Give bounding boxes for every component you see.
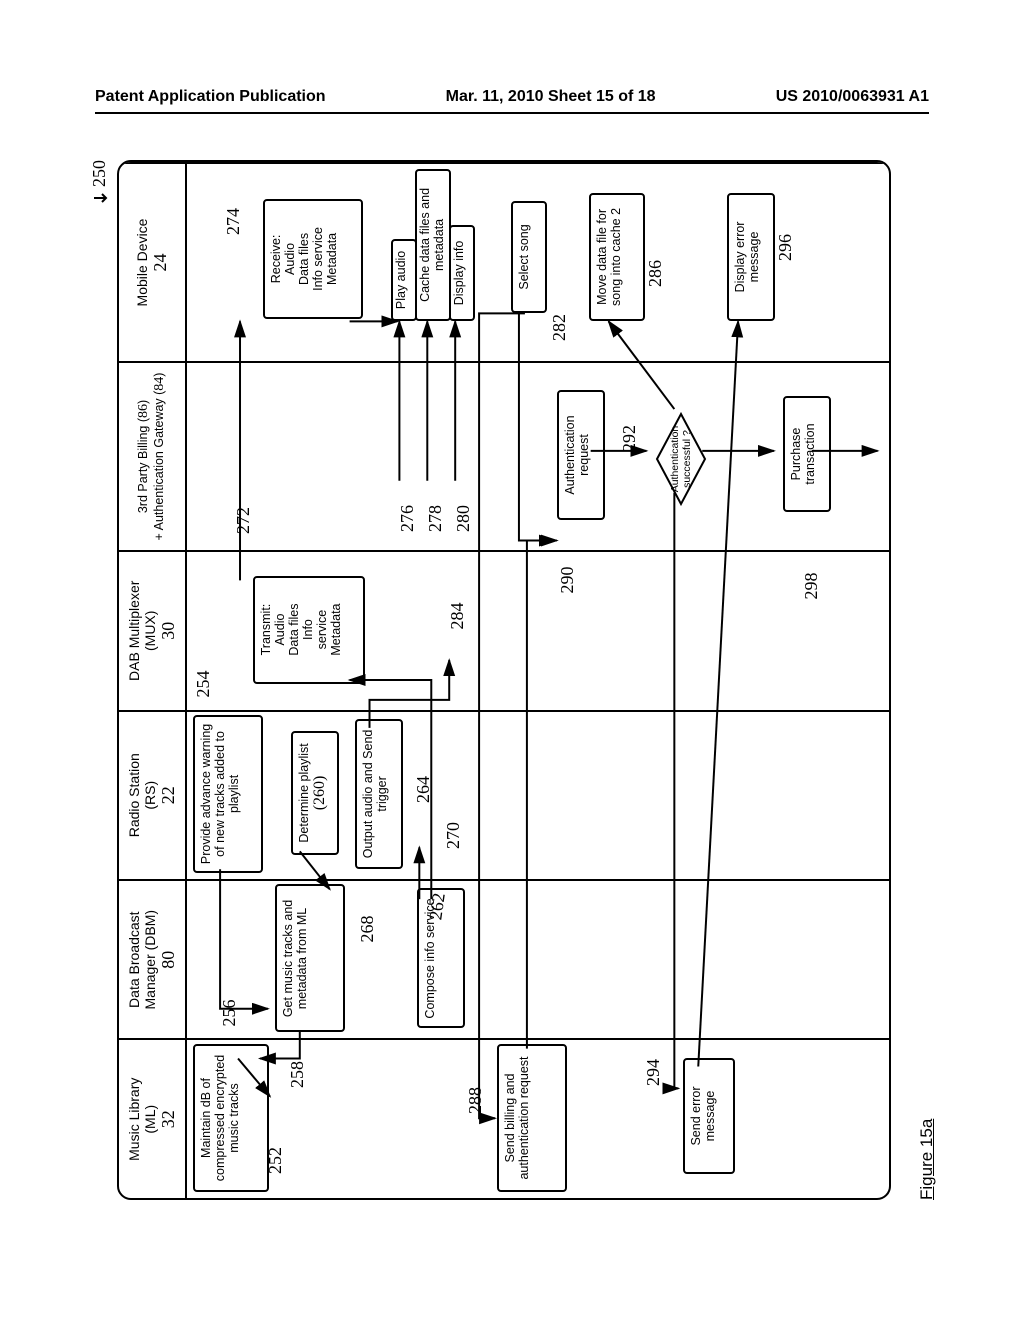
- header-rule: [95, 112, 929, 114]
- ref-264: 264: [413, 776, 434, 803]
- ref-296: 296: [775, 234, 796, 261]
- lane-mobile: Mobile Device 24 274 Receive: Audio Data…: [119, 162, 889, 361]
- lane-header-dbm: Data Broadcast Manager (DBM) 80: [119, 881, 187, 1039]
- ref-286: 286: [645, 260, 666, 287]
- ref-274: 274: [223, 208, 244, 235]
- patent-page: Patent Application Publication Mar. 11, …: [0, 0, 1024, 1320]
- diagram-container: 250 Music Library (ML) 32 Maintain dB of…: [100, 150, 924, 1210]
- ref-256: 256: [219, 999, 240, 1026]
- ref-270: 270: [443, 822, 464, 849]
- ref-268: 268: [357, 915, 378, 942]
- lane-header-ml: Music Library (ML) 32: [119, 1040, 187, 1198]
- ref-278: 278: [425, 505, 446, 532]
- lane-header-mux: DAB Multiplexer (MUX) 30: [119, 552, 187, 710]
- ref-294: 294: [643, 1059, 664, 1086]
- box-send-error: Send error message: [683, 1058, 735, 1174]
- ref-292: 292: [619, 425, 640, 452]
- lane-billing: 3rd Party Billing (86) + Authentication …: [119, 361, 889, 550]
- page-header: Patent Application Publication Mar. 11, …: [95, 88, 929, 112]
- box-move-data: Move data file for song into cache 2: [589, 193, 645, 321]
- lane-body-billing: 272 276 278 280 Authentication request 2…: [187, 363, 889, 550]
- ref-254: 254: [193, 671, 214, 698]
- ref-276: 276: [397, 505, 418, 532]
- lane-music-library: Music Library (ML) 32 Maintain dB of com…: [119, 1038, 889, 1198]
- lane-body-mobile: 274 Receive: Audio Data files Info servi…: [187, 164, 889, 361]
- lane-header-billing: 3rd Party Billing (86) + Authentication …: [119, 363, 187, 550]
- lane-body-ml: Maintain dB of compressed encrypted musi…: [187, 1040, 889, 1198]
- box-select-song: Select song: [511, 201, 547, 313]
- box-determine-playlist: Determine playlist (260): [291, 731, 339, 855]
- swimlane-diagram: 250 Music Library (ML) 32 Maintain dB of…: [117, 160, 907, 1200]
- box-cache-data: Cache data files and metadata: [415, 169, 451, 321]
- lane-rs: Radio Station (RS) 22 Provide advance wa…: [119, 710, 889, 879]
- lane-body-mux: 254 Transmit: Audio Data files Info serv…: [187, 552, 889, 710]
- box-purchase: Purchase transaction: [783, 396, 831, 512]
- box-play-audio: Play audio: [391, 239, 417, 321]
- box-maintain-db: Maintain dB of compressed encrypted musi…: [193, 1044, 269, 1192]
- ref-298: 298: [801, 573, 822, 600]
- ref-258: 258: [287, 1061, 308, 1088]
- box-provide-advance: Provide advance warning of new tracks ad…: [193, 715, 263, 873]
- header-center: Mar. 11, 2010 Sheet 15 of 18: [446, 88, 656, 106]
- lane-body-rs: Provide advance warning of new tracks ad…: [187, 712, 889, 879]
- box-display-info: Display info: [449, 225, 475, 321]
- box-auth-request: Authentication request: [557, 390, 605, 520]
- box-send-billing: Send billing and authentication request: [497, 1044, 567, 1192]
- ref-288: 288: [465, 1087, 486, 1114]
- ref-260-inline: (260): [311, 776, 328, 811]
- header-left: Patent Application Publication: [95, 88, 326, 106]
- lane-header-rs: Radio Station (RS) 22: [119, 712, 187, 879]
- figure-label: Figure 15a: [917, 1119, 937, 1200]
- ref-262: 262: [425, 892, 450, 922]
- lane-body-dbm: 256 Get music tracks and metadata from M…: [187, 881, 889, 1039]
- swimlane-table: Music Library (ML) 32 Maintain dB of com…: [117, 160, 891, 1200]
- ref-284: 284: [447, 603, 468, 630]
- lane-header-mobile: Mobile Device 24: [119, 164, 187, 361]
- ref-280: 280: [453, 505, 474, 532]
- down-arrow-icon: [92, 192, 110, 206]
- box-output-audio: Output audio and Send trigger: [355, 719, 403, 869]
- box-transmit: Transmit: Audio Data files Info service …: [253, 576, 365, 684]
- ref-282: 282: [549, 314, 570, 341]
- ref-290: 290: [557, 567, 578, 594]
- header-right: US 2010/0063931 A1: [776, 88, 929, 106]
- box-display-error: Display error message: [727, 193, 775, 321]
- lane-mux: DAB Multiplexer (MUX) 30 254 Transmit: A…: [119, 550, 889, 710]
- ref-252: 252: [265, 1147, 286, 1174]
- ref-272: 272: [233, 507, 254, 534]
- lane-dbm: Data Broadcast Manager (DBM) 80 256 Get …: [119, 879, 889, 1039]
- box-get-music: Get music tracks and metadata from ML: [275, 884, 345, 1032]
- box-receive: Receive: Audio Data files Info service M…: [263, 199, 363, 319]
- ref-250: 250: [89, 160, 110, 206]
- decision-auth-success: Authentication successful ?: [655, 412, 707, 506]
